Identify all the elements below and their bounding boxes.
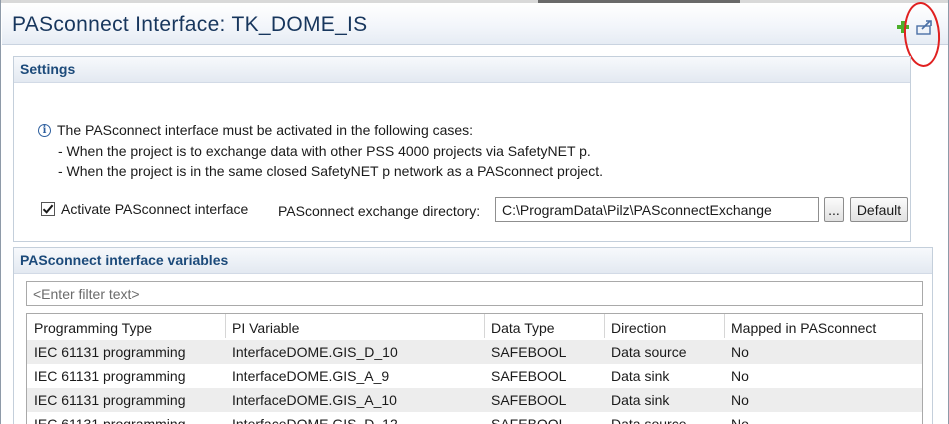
- column-header-mapped[interactable]: Mapped in PASconnect: [731, 320, 876, 336]
- editor-header: PASconnect Interface: TK_DOME_IS: [2, 3, 948, 45]
- editor-window: PASconnect Interface: TK_DOME_IS Setting…: [0, 0, 949, 424]
- info-text: The PASconnect interface must be activat…: [57, 122, 474, 138]
- variables-section-title: PASconnect interface variables: [20, 252, 229, 268]
- cell-pi-variable: InterfaceDOME.GIS_D_12: [232, 416, 398, 424]
- settings-section: Settings i The PASconnect interface must…: [13, 56, 911, 242]
- column-divider[interactable]: [225, 314, 226, 338]
- cell-pi-variable: InterfaceDOME.GIS_D_10: [232, 344, 398, 360]
- info-bullet-2: - When the project is in the same closed…: [58, 163, 603, 179]
- table-row[interactable]: IEC 61131 programming InterfaceDOME.GIS_…: [27, 340, 922, 364]
- info-message: i The PASconnect interface must be activ…: [38, 122, 473, 138]
- cell-direction: Data sink: [611, 392, 670, 408]
- variables-section-header[interactable]: PASconnect interface variables: [14, 248, 932, 274]
- cell-direction: Data source: [611, 344, 687, 360]
- cell-mapped: No: [731, 416, 749, 424]
- cell-pi-variable: InterfaceDOME.GIS_A_10: [232, 392, 397, 408]
- table-row[interactable]: IEC 61131 programming InterfaceDOME.GIS_…: [27, 388, 922, 412]
- cell-direction: Data sink: [611, 368, 670, 384]
- table-row[interactable]: IEC 61131 programming InterfaceDOME.GIS_…: [27, 412, 922, 424]
- exchange-directory-label: PASconnect exchange directory:: [278, 203, 481, 219]
- variables-table: Programming Type PI Variable Data Type D…: [26, 313, 923, 424]
- cell-mapped: No: [731, 392, 749, 408]
- cell-data-type: SAFEBOOL: [491, 344, 567, 360]
- activate-interface-checkbox[interactable]: [41, 202, 55, 216]
- column-header-pi-variable[interactable]: PI Variable: [232, 320, 299, 336]
- column-header-data-type[interactable]: Data Type: [491, 320, 555, 336]
- cell-direction: Data source: [611, 416, 687, 424]
- cell-programming-type: IEC 61131 programming: [34, 368, 186, 384]
- activate-interface-label[interactable]: Activate PASconnect interface: [61, 201, 248, 217]
- info-icon: i: [38, 123, 51, 137]
- filter-input[interactable]: [26, 281, 923, 306]
- cell-programming-type: IEC 61131 programming: [34, 392, 186, 408]
- column-header-direction[interactable]: Direction: [611, 320, 666, 336]
- cell-mapped: No: [731, 344, 749, 360]
- cell-mapped: No: [731, 368, 749, 384]
- cell-programming-type: IEC 61131 programming: [34, 416, 186, 424]
- interface-variables-section: PASconnect interface variables Programmi…: [13, 247, 933, 424]
- cell-programming-type: IEC 61131 programming: [34, 344, 186, 360]
- table-header-row: Programming Type PI Variable Data Type D…: [27, 314, 922, 338]
- activate-interface-row[interactable]: Activate PASconnect interface: [41, 201, 248, 217]
- cell-data-type: SAFEBOOL: [491, 368, 567, 384]
- table-row[interactable]: IEC 61131 programming InterfaceDOME.GIS_…: [27, 364, 922, 388]
- column-divider[interactable]: [724, 314, 725, 338]
- column-divider[interactable]: [604, 314, 605, 338]
- column-header-programming-type[interactable]: Programming Type: [34, 320, 152, 336]
- settings-section-title: Settings: [20, 61, 76, 77]
- column-divider[interactable]: [484, 314, 485, 338]
- cell-pi-variable: InterfaceDOME.GIS_A_9: [232, 368, 390, 384]
- browse-button[interactable]: ...: [824, 197, 844, 222]
- info-bullet-1: - When the project is to exchange data w…: [58, 143, 591, 159]
- cell-data-type: SAFEBOOL: [491, 392, 567, 408]
- checkmark-icon: [42, 204, 54, 214]
- page-title: PASconnect Interface: TK_DOME_IS: [12, 13, 368, 36]
- default-button[interactable]: Default: [850, 197, 908, 222]
- cell-data-type: SAFEBOOL: [491, 416, 567, 424]
- exchange-directory-input[interactable]: [495, 197, 819, 222]
- settings-section-header[interactable]: Settings: [14, 57, 910, 83]
